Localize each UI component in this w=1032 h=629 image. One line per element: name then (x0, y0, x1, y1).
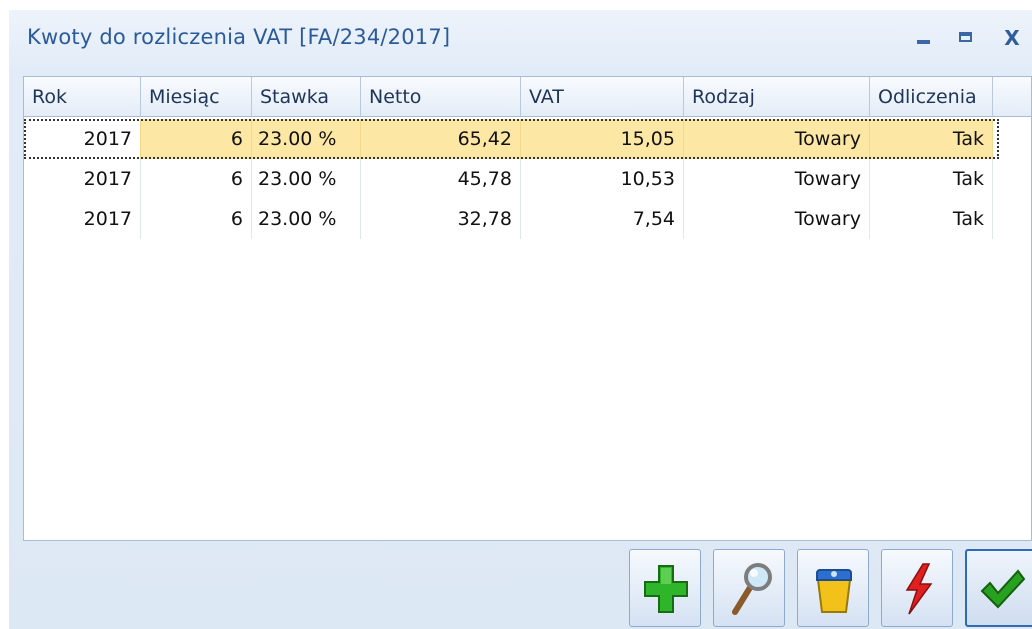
cell-netto: 45,78 (361, 159, 521, 199)
add-button[interactable] (629, 549, 701, 627)
cell-netto: 65,42 (361, 119, 521, 159)
column-header-netto[interactable]: Netto (361, 77, 521, 117)
cell-vat: 7,54 (521, 199, 684, 239)
cell-rodzaj: Towary (684, 159, 870, 199)
minimize-button[interactable] (912, 26, 938, 50)
cell-stawka: 23.00 % (252, 119, 361, 159)
plus-icon (644, 565, 688, 613)
preview-button[interactable] (713, 549, 785, 627)
cell-vat: 10,53 (521, 159, 684, 199)
cell-miesiac: 6 (141, 159, 252, 199)
column-header-rodzaj[interactable]: Rodzaj (684, 77, 870, 117)
column-header-vat[interactable]: VAT (521, 77, 684, 117)
cell-stawka: 23.00 % (252, 159, 361, 199)
trash-bin-icon (816, 569, 852, 613)
confirm-button[interactable] (965, 549, 1032, 627)
cell-rodzaj: Towary (684, 119, 870, 159)
cell-rodzaj: Towary (684, 199, 870, 239)
cell-odliczenia: Tak (870, 199, 993, 239)
title-bar: Kwoty do rozliczenia VAT [FA/234/2017] X (9, 10, 1032, 64)
checkmark-icon (980, 569, 1026, 609)
column-header-rok[interactable]: Rok (24, 77, 141, 117)
vat-amounts-table[interactable]: Rok Miesiąc Stawka Netto VAT Rodzaj Odli… (23, 76, 1032, 541)
column-header-filler (993, 77, 1031, 117)
table-row[interactable]: 2017 6 23.00 % 32,78 7,54 Towary Tak (24, 199, 999, 239)
cell-miesiac: 6 (141, 199, 252, 239)
minimize-icon (917, 40, 930, 44)
cell-netto: 32,78 (361, 199, 521, 239)
window-title: Kwoty do rozliczenia VAT [FA/234/2017] (27, 25, 451, 49)
delete-button[interactable] (797, 549, 869, 627)
magnifier-icon (732, 563, 772, 615)
cell-vat: 15,05 (521, 119, 684, 159)
column-header-miesiac[interactable]: Miesiąc (141, 77, 252, 117)
table-header: Rok Miesiąc Stawka Netto VAT Rodzaj Odli… (24, 77, 1031, 117)
dialog-window: Kwoty do rozliczenia VAT [FA/234/2017] X… (9, 10, 1032, 629)
table-row[interactable]: 2017 6 23.00 % 45,78 10,53 Towary Tak (24, 159, 999, 199)
column-header-odliczenia[interactable]: Odliczenia (870, 77, 993, 117)
cell-rok: 2017 (24, 199, 141, 239)
maximize-button[interactable] (955, 26, 981, 50)
cell-rok: 2017 (24, 159, 141, 199)
action-button[interactable] (881, 549, 953, 627)
cell-rok: 2017 (24, 119, 141, 159)
maximize-icon (959, 32, 972, 42)
cell-stawka: 23.00 % (252, 199, 361, 239)
cell-odliczenia: Tak (870, 159, 993, 199)
cell-odliczenia: Tak (870, 119, 993, 159)
column-header-stawka[interactable]: Stawka (252, 77, 361, 117)
cell-miesiac: 6 (141, 119, 252, 159)
lightning-icon (905, 563, 933, 615)
table-row[interactable]: 2017 6 23.00 % 65,42 15,05 Towary Tak (24, 119, 999, 159)
close-button[interactable]: X (999, 26, 1025, 50)
